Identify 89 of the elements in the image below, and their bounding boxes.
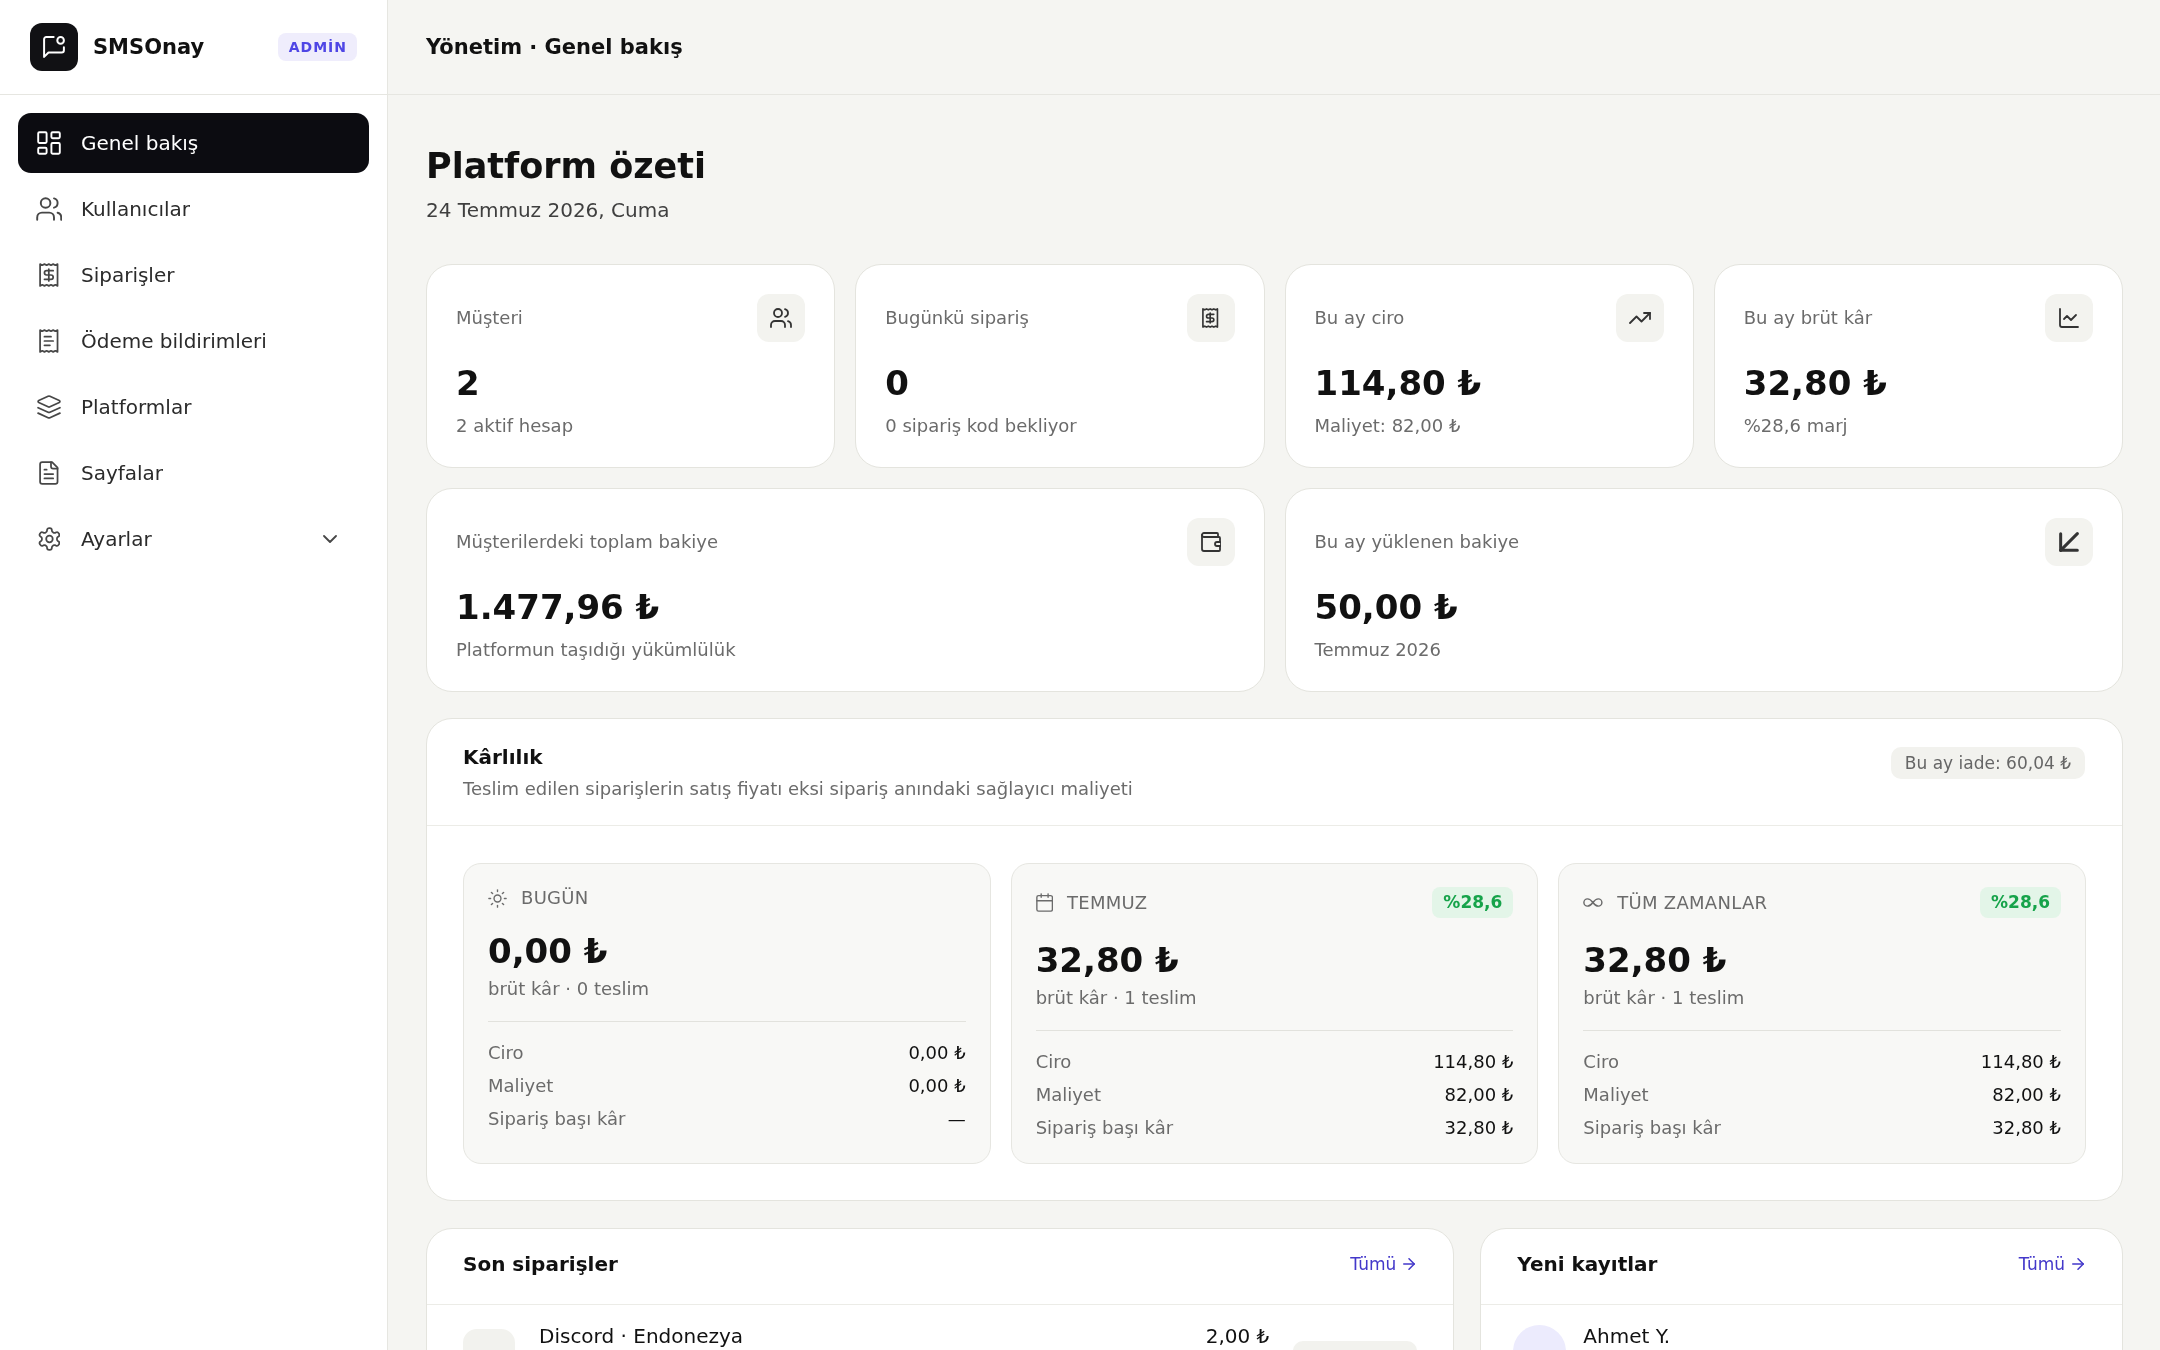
document-icon <box>39 461 59 485</box>
arrow-down-left-icon <box>2045 518 2093 566</box>
card-title: Yeni kayıtlar <box>1517 1251 1658 1277</box>
stat-label: Müşteri <box>456 306 523 330</box>
chevron-down-icon[interactable] <box>323 535 337 543</box>
dollar-receipt-icon <box>1186 294 1235 342</box>
receipt-icon <box>39 329 59 353</box>
stat-note: 0 sipariş kod bekliyor <box>885 414 1078 438</box>
metric-value: 32,80 ₺ <box>1992 1116 2061 1140</box>
nav-item[interactable]: Ödeme bildirimleri <box>18 311 369 371</box>
line-chart-icon <box>2045 294 2093 342</box>
stat-value: 50,00 ₺ <box>1314 587 1459 627</box>
wallet-icon <box>1186 518 1235 566</box>
stat-label: Bu ay brüt kâr <box>1743 306 1873 330</box>
page-date: 24 Temmuz 2026, Cuma <box>426 197 671 224</box>
metric-label: Sipariş başı kâr <box>488 1107 626 1131</box>
stat-value: 0 <box>885 363 910 403</box>
stat-label: Bugünkü sipariş <box>885 306 1029 330</box>
metric-value: 0,00 ₺ <box>908 1041 966 1065</box>
refund-pill: Bu ay iade: 60,04 ₺ <box>1890 747 2085 779</box>
stat-value: 2 <box>456 363 481 403</box>
metric-value: 32,80 ₺ <box>1444 1116 1514 1140</box>
metric-value: 82,00 ₺ <box>1992 1083 2061 1107</box>
section-subtitle: Teslim edilen siparişlerin satış fiyatı eksi sipariş anındaki sağlayıcı maliyeti <box>463 777 1133 801</box>
period-note: brüt kâr · 1 teslim <box>1583 986 1746 1010</box>
order-title: Discord · Endonezya <box>539 1325 744 1348</box>
breadcrumb: Yönetim · Genel bakış <box>426 34 683 61</box>
users-icon <box>35 197 63 221</box>
period-note: brüt kâr · 1 teslim <box>1035 986 1198 1010</box>
metric-label: Sipariş başı kâr <box>1583 1116 1721 1140</box>
stat-value: 32,80 ₺ <box>1743 363 1888 403</box>
arrow-right-icon <box>1403 1258 1416 1270</box>
nav-item[interactable]: Platformlar <box>18 377 369 437</box>
period-value: 0,00 ₺ <box>488 931 609 971</box>
stat-label: Bu ay ciro <box>1314 306 1405 330</box>
section-title: Kârlılık <box>463 744 544 770</box>
nav-item[interactable]: Siparişler <box>18 245 369 305</box>
user-name: Ahmet Y. <box>1583 1325 1671 1348</box>
nav-item[interactable]: Kullanıcılar <box>18 179 369 239</box>
stat-note: Temmuz 2026 <box>1314 638 1442 662</box>
stat-note: Maliyet: 82,00 ₺ <box>1314 414 1462 438</box>
arrow-right-icon <box>2072 1258 2084 1270</box>
metric-value: 114,80 ₺ <box>1433 1050 1514 1074</box>
metric-label: Maliyet <box>1035 1083 1101 1107</box>
stat-label: Müşterilerdeki toplam bakiye <box>456 530 719 554</box>
margin-badge: %28,6 <box>1432 887 1514 918</box>
infinity-icon <box>1583 898 1604 907</box>
chat-logo-icon <box>30 23 78 71</box>
card-title: Son siparişler <box>463 1251 618 1277</box>
dollar-receipt-icon <box>39 263 59 287</box>
sun-icon <box>488 888 507 908</box>
nav-item[interactable]: Sayfalar <box>18 443 369 503</box>
metric-label: Maliyet <box>1583 1083 1649 1107</box>
metric-value: — <box>947 1107 966 1131</box>
metric-value: 0,00 ₺ <box>908 1074 966 1098</box>
stat-label: Bu ay yüklenen bakiye <box>1314 530 1520 554</box>
metric-label: Ciro <box>488 1041 524 1065</box>
page-title: Platform özeti <box>426 145 708 187</box>
stat-note: 2 aktif hesap <box>456 414 575 438</box>
view-all-link[interactable]: Tümü <box>2018 1252 2084 1276</box>
period-label: TÜM ZAMANLAR <box>1617 891 1768 914</box>
users-icon <box>757 294 806 342</box>
trend-up-icon <box>1615 294 1664 342</box>
settings-icon <box>37 527 61 551</box>
brand-name: SMSOnay <box>93 34 206 61</box>
dashboard-grid-icon <box>37 131 61 155</box>
layers-icon <box>37 395 61 419</box>
stat-note: %28,6 marj <box>1743 414 1849 438</box>
metric-label: Maliyet <box>488 1074 554 1098</box>
period-value: 32,80 ₺ <box>1583 940 1728 980</box>
order-amount: 2,00 ₺ <box>1205 1325 1270 1348</box>
stat-value: 1.477,96 ₺ <box>456 587 661 627</box>
nav-item[interactable]: Ayarlar <box>18 509 369 569</box>
metric-label: Ciro <box>1583 1050 1619 1074</box>
stat-value: 114,80 ₺ <box>1314 363 1483 403</box>
role-badge: ADMİN <box>277 33 357 61</box>
nav-item[interactable]: Genel bakış <box>18 113 369 173</box>
stat-note: Platformun taşıdığı yükümlülük <box>456 638 737 662</box>
metric-label: Ciro <box>1035 1050 1072 1074</box>
calendar-icon <box>1035 893 1053 912</box>
period-label: TEMMUZ <box>1066 891 1148 914</box>
margin-badge: %28,6 <box>1980 887 2061 918</box>
metric-value: 82,00 ₺ <box>1444 1083 1514 1107</box>
period-label: BUGÜN <box>521 887 589 909</box>
period-note: brüt kâr · 0 teslim <box>488 977 650 1001</box>
metric-label: Sipariş başı kâr <box>1035 1116 1174 1140</box>
view-all-link[interactable]: Tümü <box>1350 1252 1416 1276</box>
metric-value: 114,80 ₺ <box>1980 1050 2061 1074</box>
period-value: 32,80 ₺ <box>1035 940 1180 980</box>
